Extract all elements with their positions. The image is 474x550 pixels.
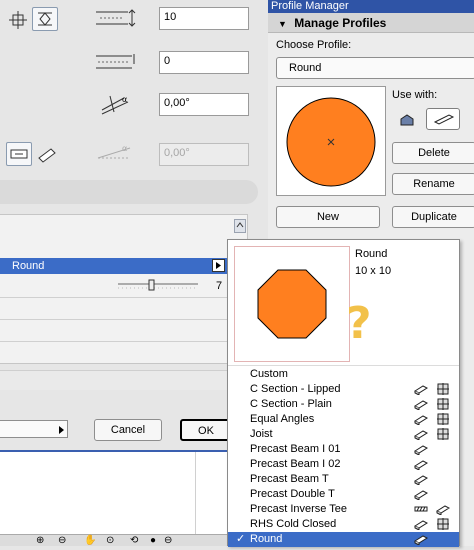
pan-icon[interactable]: ✋	[84, 535, 96, 546]
duplicate-button[interactable]: Duplicate	[392, 206, 474, 228]
profile-row-label: Round	[12, 260, 45, 272]
profile-list-item[interactable]: Precast Beam I 01	[228, 442, 459, 457]
profile-list-item[interactable]: Precast Double T	[228, 487, 459, 502]
cancel-button[interactable]: Cancel	[94, 419, 162, 441]
profile-dropdown-popup: ? Round 10 x 10 Custom C Section - Lipped…	[227, 239, 460, 547]
collapse-triangle-icon: ▼	[278, 19, 287, 29]
popup-scroll-line	[228, 365, 459, 366]
profile-list-item-label: Precast Beam I 02	[250, 458, 341, 470]
profile-list-item[interactable]: C Section - Plain	[228, 397, 459, 412]
zoom-toolbar: ⊕ ⊖ ✋ ⊙ ⟲ ● ⊖	[0, 534, 230, 546]
canvas-ruler	[195, 452, 196, 534]
scroll-up-arrow[interactable]	[234, 219, 246, 233]
height-dimension-icon	[94, 8, 138, 31]
profile-select-value: Round	[289, 62, 322, 74]
svg-text:α: α	[122, 95, 127, 104]
profile-list-item-label: Joist	[250, 428, 273, 440]
options-popup-button[interactable]	[0, 420, 68, 438]
palette-lower-area	[460, 243, 474, 546]
profile-row[interactable]: Round	[0, 258, 230, 274]
profile-list-item-label: Round	[250, 533, 283, 545]
profile-list-item[interactable]: Precast Inverse Tee	[228, 502, 459, 517]
popup-preview-size: 10 x 10	[355, 265, 392, 277]
profile-preview-box	[276, 86, 386, 196]
profile-list-item-label: Precast Inverse Tee	[250, 503, 348, 515]
row-divider	[0, 319, 230, 320]
divider-bar	[0, 180, 258, 204]
profile-beam-icon[interactable]	[6, 142, 32, 166]
profile-list-item[interactable]: Joist	[228, 427, 459, 442]
profile-list-item[interactable]: Custom	[228, 367, 459, 382]
new-button[interactable]: New	[276, 206, 380, 228]
slope-angle-input: 0,00°	[159, 143, 249, 166]
view-icon[interactable]: ●	[150, 535, 156, 546]
question-mark-icon: ?	[346, 298, 372, 349]
popup-preview	[234, 246, 350, 362]
slider-value: 7	[216, 280, 223, 292]
profile-list-item[interactable]: C Section - Lipped	[228, 382, 459, 397]
row-divider	[0, 297, 230, 298]
profile-list-item-label: Equal Angles	[250, 413, 315, 425]
profile-list-item-label: RHS Cold Closed	[250, 518, 337, 530]
height-input[interactable]: 10	[159, 7, 249, 30]
previous-view-icon[interactable]: ⟲	[130, 535, 138, 546]
ok-button[interactable]: OK	[180, 419, 232, 441]
angle-input[interactable]: 0,00°	[159, 93, 249, 116]
zoom-in-icon[interactable]: ⊕	[36, 535, 44, 546]
profile-list-item-label: Precast Beam I 01	[250, 443, 341, 455]
profile-list-item[interactable]: Precast Beam I 02	[228, 457, 459, 472]
manage-profiles-header[interactable]: ▼ Manage Profiles	[268, 13, 474, 33]
profile-list-item-label: C Section - Lipped	[250, 383, 341, 395]
rotation-angle-icon: α	[98, 92, 138, 119]
profile-list-item-label: Precast Double T	[250, 488, 335, 500]
profile-list-item[interactable]: RHS Cold Closed	[228, 517, 459, 532]
beam-profile-icon	[413, 533, 429, 550]
profile-select[interactable]: Round	[276, 57, 474, 79]
profile-list-item[interactable]: Precast Beam T	[228, 472, 459, 487]
svg-text:α: α	[122, 144, 127, 153]
profile-list-item[interactable]: ✓ Round	[228, 532, 459, 547]
profile-manager-title: Profile Manager	[268, 0, 474, 13]
profile-list-item-label: C Section - Plain	[250, 398, 332, 410]
slope-angle-icon: α	[96, 142, 136, 165]
profile-manager-body: Choose Profile: Round Use with: Delete R…	[268, 33, 474, 243]
row-divider	[0, 341, 230, 342]
fit-icon[interactable]: ⊙	[106, 535, 114, 546]
profile-list: Custom C Section - Lipped C Section - Plai…	[228, 367, 459, 547]
offset-input[interactable]: 0	[159, 51, 249, 74]
crosshair-anchor-icon[interactable]	[6, 8, 32, 32]
rename-button[interactable]: Rename	[392, 173, 474, 195]
offset-dimension-icon	[94, 52, 138, 75]
profile-list-item[interactable]: Equal Angles	[228, 412, 459, 427]
more-icon[interactable]: ⊖	[164, 535, 172, 546]
zoom-out-icon[interactable]: ⊖	[58, 535, 66, 546]
use-with-beam-toggle[interactable]	[426, 108, 460, 130]
use-with-label: Use with:	[392, 89, 438, 101]
mirror-anchor-icon[interactable]	[32, 7, 58, 31]
delete-button[interactable]: Delete	[392, 142, 474, 164]
list-panel: Round 7	[0, 214, 248, 364]
size-slider[interactable]	[116, 279, 200, 293]
choose-profile-label: Choose Profile:	[276, 39, 352, 51]
profile-row-arrow[interactable]	[212, 259, 225, 272]
profile-list-item-label: Precast Beam T	[250, 473, 329, 485]
profile-list-item-label: Custom	[250, 368, 288, 380]
popup-preview-name: Round	[355, 248, 388, 260]
checkmark-icon: ✓	[236, 533, 246, 545]
manage-profiles-label: Manage Profiles	[294, 16, 387, 30]
use-with-column-icon[interactable]	[398, 112, 416, 131]
slanted-beam-icon[interactable]	[36, 144, 58, 167]
